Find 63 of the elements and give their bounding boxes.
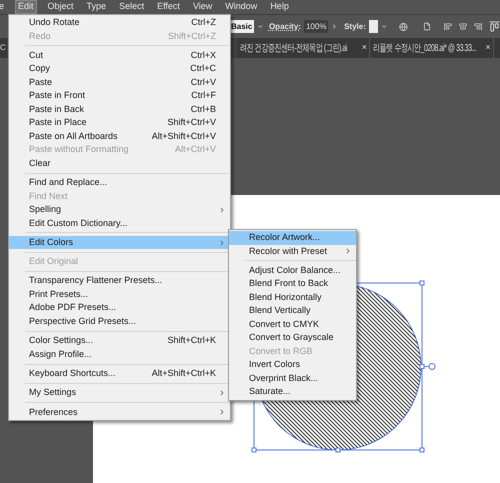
chevron-right-icon [344, 247, 352, 256]
menu-item[interactable]: Recolor with Preset [229, 244, 356, 258]
align-top-icon[interactable] [489, 21, 500, 32]
menu-item[interactable]: Transparency Flattener Presets... [9, 274, 230, 288]
close-icon[interactable]: × [362, 41, 366, 55]
menu-item[interactable]: Print Presets... [9, 288, 230, 302]
menu-item[interactable]: Paste in Back Ctrl+B [9, 102, 230, 116]
menu-item[interactable]: Saturate... [229, 385, 356, 399]
menu-bar-item[interactable]: Select [117, 0, 146, 14]
menu-item[interactable]: Clear [9, 156, 230, 170]
menu-bar-item[interactable]: Effect [155, 0, 182, 14]
document-tab[interactable]: 려진 건강증진센터-전체목업 (그린).ai × [236, 38, 370, 58]
document-tab[interactable]: 리플렛 수정시안_0208.ai* @ 33.33... × [370, 38, 494, 58]
menu-item[interactable]: My Settings [9, 386, 230, 400]
chevron-right-icon [218, 206, 226, 214]
align-right-icon[interactable] [474, 21, 482, 32]
menu-item[interactable]: Spelling [9, 203, 230, 217]
menu-item[interactable]: Adobe PDF Presets... [9, 301, 230, 315]
style-swatch[interactable] [368, 20, 378, 33]
menu-item[interactable]: Edit Custom Dictionary... [9, 216, 230, 230]
menu-bar-item[interactable]: View [190, 0, 214, 14]
document-tab[interactable]: C [0, 38, 7, 58]
document-icon[interactable] [422, 21, 431, 32]
menu-item[interactable]: Paste in Front Ctrl+F [9, 89, 230, 103]
menu-bar-item[interactable]: Edit [15, 0, 37, 14]
opacity-field[interactable]: 100% [304, 20, 328, 33]
menu-item[interactable]: Adjust Color Balance... [229, 264, 356, 278]
menu-item[interactable]: Convert to Grayscale [229, 331, 356, 345]
menu-item[interactable]: Find and Replace... [9, 176, 230, 190]
menu-bar-item[interactable]: Window [223, 0, 260, 14]
menu-item[interactable]: Blend Horizontally [229, 290, 356, 304]
menu-bar-item[interactable]: Help [268, 0, 291, 14]
menu-item[interactable]: Blend Vertically [229, 304, 356, 318]
menu-item[interactable]: Assign Profile... [9, 348, 230, 362]
chevron-right-icon [218, 238, 226, 247]
menu-item[interactable]: Preferences [9, 406, 230, 420]
menu-item[interactable]: Paste Ctrl+V [9, 76, 230, 90]
chevron-right-icon [218, 408, 226, 416]
menu-item[interactable]: Undo Rotate Ctrl+Z [9, 16, 230, 30]
menu-item[interactable]: Recolor Artwork... [229, 231, 356, 244]
menu-item[interactable]: Copy Ctrl+C [9, 62, 230, 76]
menu-item[interactable]: Cut Ctrl+X [9, 48, 230, 62]
menu-item[interactable]: Overprint Black... [229, 372, 356, 386]
opacity-label[interactable]: Opacity: [268, 20, 301, 32]
menu-item[interactable]: Paste in Place Shift+Ctrl+V [9, 116, 230, 130]
globe-icon[interactable] [398, 20, 408, 32]
menu-item[interactable]: Keyboard Shortcuts... Alt+Shift+Ctrl+K [9, 366, 230, 380]
close-icon[interactable]: × [485, 41, 490, 55]
menu-item[interactable]: Paste on All Artboards Alt+Shift+Ctrl+V [9, 130, 230, 144]
menu-item[interactable]: Perspective Grid Presets... [9, 314, 230, 328]
align-left-icon[interactable] [444, 21, 452, 32]
menu-item[interactable]: Invert Colors [229, 358, 356, 372]
menu-item[interactable]: Color Settings... Shift+Ctrl+K [9, 334, 230, 348]
menu-bar-item[interactable]: Type [84, 0, 108, 14]
menu-bar-item[interactable]: Object [46, 0, 76, 14]
menu-item[interactable]: Edit Colors [9, 236, 230, 250]
align-center-icon[interactable] [458, 21, 467, 32]
style-label: Style: [344, 20, 366, 32]
chevron-right-icon[interactable] [331, 22, 338, 31]
brush-dropdown[interactable]: Basic [229, 20, 254, 33]
menu-item[interactable]: Convert to CMYK [229, 318, 356, 332]
menu-item[interactable]: Blend Front to Back [229, 277, 356, 291]
chevron-right-icon [218, 389, 226, 397]
